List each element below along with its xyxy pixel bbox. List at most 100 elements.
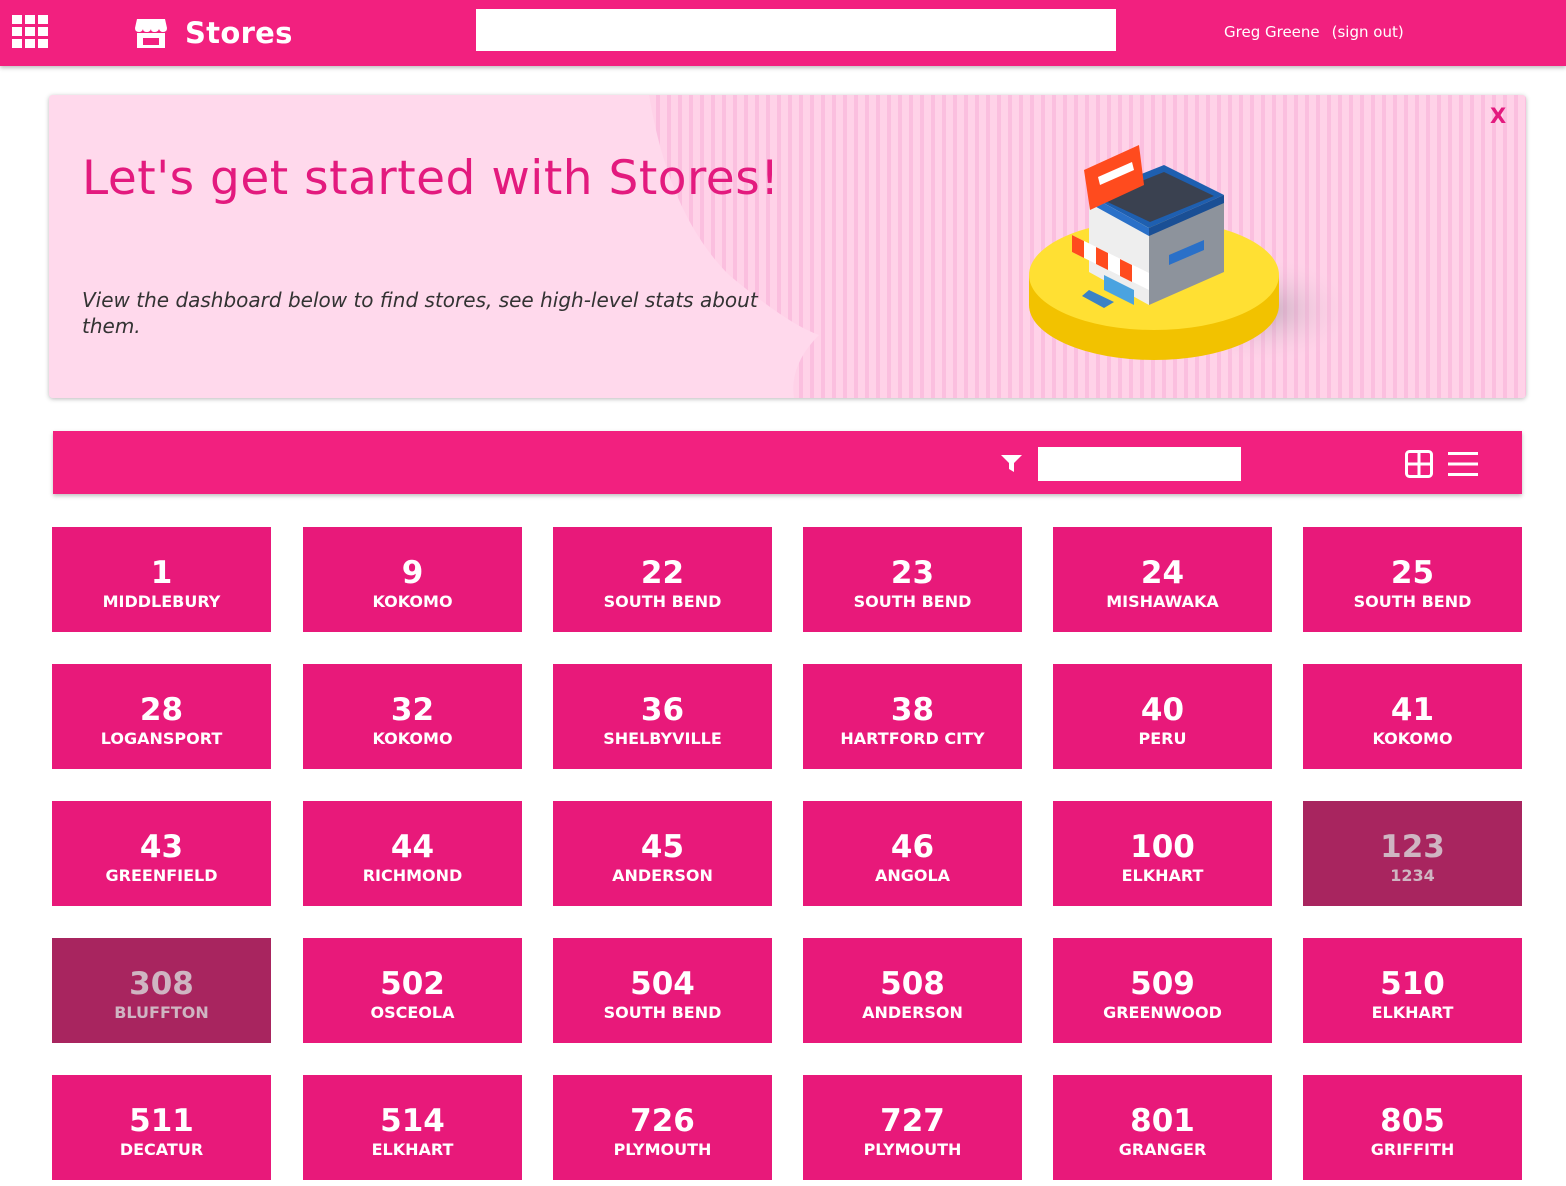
filter-input[interactable] xyxy=(1038,447,1241,481)
store-number: 45 xyxy=(640,829,685,865)
store-tile[interactable]: 9 KOKOMO xyxy=(303,527,522,632)
filter-funnel-icon xyxy=(1001,455,1022,472)
close-banner-button[interactable]: X xyxy=(1490,104,1506,128)
search-input[interactable] xyxy=(476,9,1116,51)
store-tile[interactable]: 45 ANDERSON xyxy=(553,801,772,906)
store-city: DECATUR xyxy=(119,1140,204,1159)
store-tile[interactable]: 100 ELKHART xyxy=(1053,801,1272,906)
store-number: 9 xyxy=(401,555,424,591)
store-number: 38 xyxy=(890,692,935,728)
app-title: Stores xyxy=(185,16,293,50)
store-city: GRIFFITH xyxy=(1370,1140,1455,1159)
store-city: GREENWOOD xyxy=(1103,1003,1222,1022)
store-tile[interactable]: 46 ANGOLA xyxy=(803,801,1022,906)
store-number: 805 xyxy=(1380,1103,1445,1139)
store-city: PERU xyxy=(1138,729,1187,748)
store-city: ANDERSON xyxy=(862,1003,963,1022)
store-number: 123 xyxy=(1380,829,1445,865)
store-number: 41 xyxy=(1390,692,1435,728)
sign-out-link[interactable]: (sign out) xyxy=(1332,23,1404,41)
store-number: 508 xyxy=(880,966,945,1002)
store-number: 22 xyxy=(640,555,685,591)
store-tile[interactable]: 44 RICHMOND xyxy=(303,801,522,906)
store-tile[interactable]: 504 SOUTH BEND xyxy=(553,938,772,1043)
store-city: HARTFORD CITY xyxy=(840,729,985,748)
store-tile[interactable]: 43 GREENFIELD xyxy=(52,801,271,906)
store-number: 510 xyxy=(1380,966,1445,1002)
store-city: MISHAWAKA xyxy=(1106,592,1219,611)
store-number: 24 xyxy=(1140,555,1185,591)
store-city: MIDDLEBURY xyxy=(102,592,221,611)
list-view-icon[interactable] xyxy=(1448,451,1478,477)
store-city: ELKHART xyxy=(1121,866,1204,885)
store-city: KOKOMO xyxy=(1372,729,1453,748)
store-tile[interactable]: 308 BLUFFTON xyxy=(52,938,271,1043)
store-tile[interactable]: 22 SOUTH BEND xyxy=(553,527,772,632)
top-bar: Stores Greg Greene (sign out) xyxy=(0,0,1566,66)
store-city: LOGANSPORT xyxy=(100,729,223,748)
banner-description: View the dashboard below to find stores,… xyxy=(82,288,758,338)
store-tile[interactable]: 502 OSCEOLA xyxy=(303,938,522,1043)
store-number: 25 xyxy=(1390,555,1435,591)
brand[interactable]: Stores xyxy=(134,15,293,51)
user-name: Greg Greene xyxy=(1224,23,1320,41)
apps-grid-icon[interactable] xyxy=(12,15,49,49)
store-tile[interactable]: 36 SHELBYVILLE xyxy=(553,664,772,769)
store-tile[interactable]: 123 1234 xyxy=(1303,801,1522,906)
store-number: 23 xyxy=(890,555,935,591)
store-tile[interactable]: 510 ELKHART xyxy=(1303,938,1522,1043)
store-number: 509 xyxy=(1130,966,1195,1002)
store-number: 43 xyxy=(139,829,184,865)
store-tile[interactable]: 38 HARTFORD CITY xyxy=(803,664,1022,769)
store-number: 100 xyxy=(1130,829,1195,865)
store-city: SOUTH BEND xyxy=(853,592,972,611)
store-city: BLUFFTON xyxy=(114,1003,209,1022)
store-city: ANGOLA xyxy=(874,866,951,885)
storefront-icon xyxy=(135,19,167,48)
store-number: 308 xyxy=(129,966,194,1002)
store-number: 514 xyxy=(380,1103,445,1139)
grid-view-icon[interactable] xyxy=(1405,450,1433,478)
store-tile[interactable]: 41 KOKOMO xyxy=(1303,664,1522,769)
store-city: GREENFIELD xyxy=(105,866,218,885)
store-number: 726 xyxy=(630,1103,695,1139)
store-number: 502 xyxy=(380,966,445,1002)
store-city: OSCEOLA xyxy=(370,1003,455,1022)
store-city: ELKHART xyxy=(1371,1003,1454,1022)
store-tile[interactable]: 801 GRANGER xyxy=(1053,1075,1272,1180)
store-tile[interactable]: 511 DECATUR xyxy=(52,1075,271,1180)
store-tile[interactable]: 514 ELKHART xyxy=(303,1075,522,1180)
welcome-banner: Let's get started with Stores! View the … xyxy=(49,95,1526,398)
store-tile[interactable]: 24 MISHAWAKA xyxy=(1053,527,1272,632)
store-tile[interactable]: 727 PLYMOUTH xyxy=(803,1075,1022,1180)
store-city: SOUTH BEND xyxy=(603,1003,722,1022)
store-tile[interactable]: 1 MIDDLEBURY xyxy=(52,527,271,632)
user-info: Greg Greene (sign out) xyxy=(1224,23,1404,41)
store-tile[interactable]: 726 PLYMOUTH xyxy=(553,1075,772,1180)
store-city: PLYMOUTH xyxy=(863,1140,962,1159)
store-tile[interactable]: 25 SOUTH BEND xyxy=(1303,527,1522,632)
store-number: 36 xyxy=(640,692,685,728)
store-tile[interactable]: 40 PERU xyxy=(1053,664,1272,769)
store-city: RICHMOND xyxy=(362,866,463,885)
store-number: 1 xyxy=(150,555,173,591)
store-city: 1234 xyxy=(1390,866,1435,885)
store-number: 46 xyxy=(890,829,935,865)
store-city: ELKHART xyxy=(371,1140,454,1159)
store-city: SOUTH BEND xyxy=(1353,592,1472,611)
store-number: 504 xyxy=(630,966,695,1002)
store-tile[interactable]: 805 GRIFFITH xyxy=(1303,1075,1522,1180)
store-tile[interactable]: 509 GREENWOOD xyxy=(1053,938,1272,1043)
store-number: 44 xyxy=(390,829,435,865)
store-number: 32 xyxy=(390,692,435,728)
store-city: KOKOMO xyxy=(372,729,453,748)
store-tile[interactable]: 28 LOGANSPORT xyxy=(52,664,271,769)
store-city: SHELBYVILLE xyxy=(603,729,722,748)
store-number: 40 xyxy=(1140,692,1185,728)
banner-title: Let's get started with Stores! xyxy=(82,151,780,206)
store-building-illustration xyxy=(1029,145,1354,365)
store-tile[interactable]: 32 KOKOMO xyxy=(303,664,522,769)
store-tile[interactable]: 23 SOUTH BEND xyxy=(803,527,1022,632)
store-city: SOUTH BEND xyxy=(603,592,722,611)
store-tile[interactable]: 508 ANDERSON xyxy=(803,938,1022,1043)
